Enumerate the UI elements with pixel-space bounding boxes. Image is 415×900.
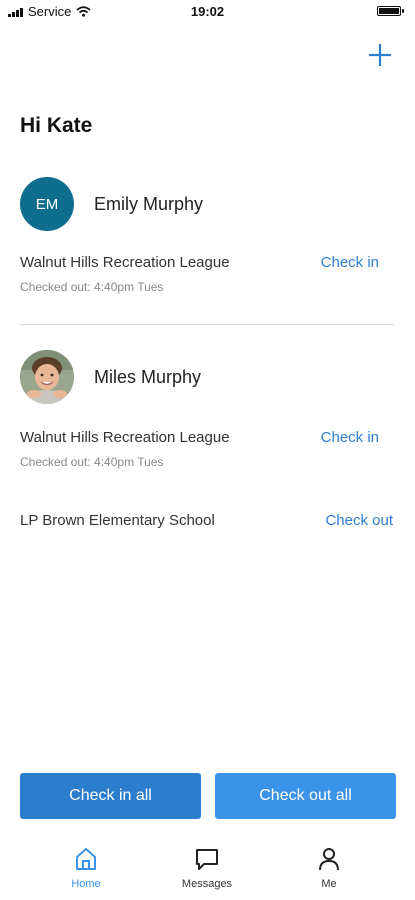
greeting-title: Hi Kate	[20, 114, 93, 137]
status-bar: Service 19:02	[0, 0, 415, 26]
status-time: 19:02	[190, 4, 225, 19]
activity-row: Walnut Hills Recreation League Checked o…	[20, 254, 395, 294]
message-icon	[196, 849, 218, 870]
home-icon	[76, 848, 96, 870]
plus-icon	[369, 44, 391, 66]
check-in-link[interactable]: Check in	[321, 254, 379, 271]
child-name: Emily Murphy	[94, 193, 204, 214]
avatar	[20, 350, 74, 404]
child-name: Miles Murphy	[94, 366, 202, 387]
activity-row: LP Brown Elementary School Check out	[20, 512, 395, 529]
check-out-link[interactable]: Check out	[325, 512, 393, 529]
tab-home[interactable]: Home	[36, 846, 136, 890]
tab-label: Messages	[181, 878, 233, 890]
person-icon	[319, 848, 339, 871]
check-in-link[interactable]: Check in	[321, 429, 379, 446]
child-header-miles[interactable]: Miles Murphy	[20, 350, 201, 404]
check-in-all-button[interactable]: Check in all	[20, 773, 201, 819]
avatar: EM	[20, 177, 74, 231]
tab-me[interactable]: Me	[279, 846, 379, 890]
check-out-all-button[interactable]: Check out all	[215, 773, 396, 819]
battery-icon	[377, 6, 404, 16]
activity-status: Checked out: 4:40pm Tues	[20, 280, 164, 294]
tab-label: Home	[71, 878, 101, 890]
activity-status: Checked out: 4:40pm Tues	[20, 455, 164, 469]
child-header-emily[interactable]: EM Emily Murphy	[20, 177, 203, 231]
tab-messages[interactable]: Messages	[157, 846, 257, 890]
divider	[20, 324, 395, 325]
tab-bar: Home Messages Me	[0, 840, 415, 900]
tab-label: Me	[321, 878, 337, 890]
activity-row: Walnut Hills Recreation League Checked o…	[20, 429, 395, 469]
add-button[interactable]	[365, 40, 395, 70]
